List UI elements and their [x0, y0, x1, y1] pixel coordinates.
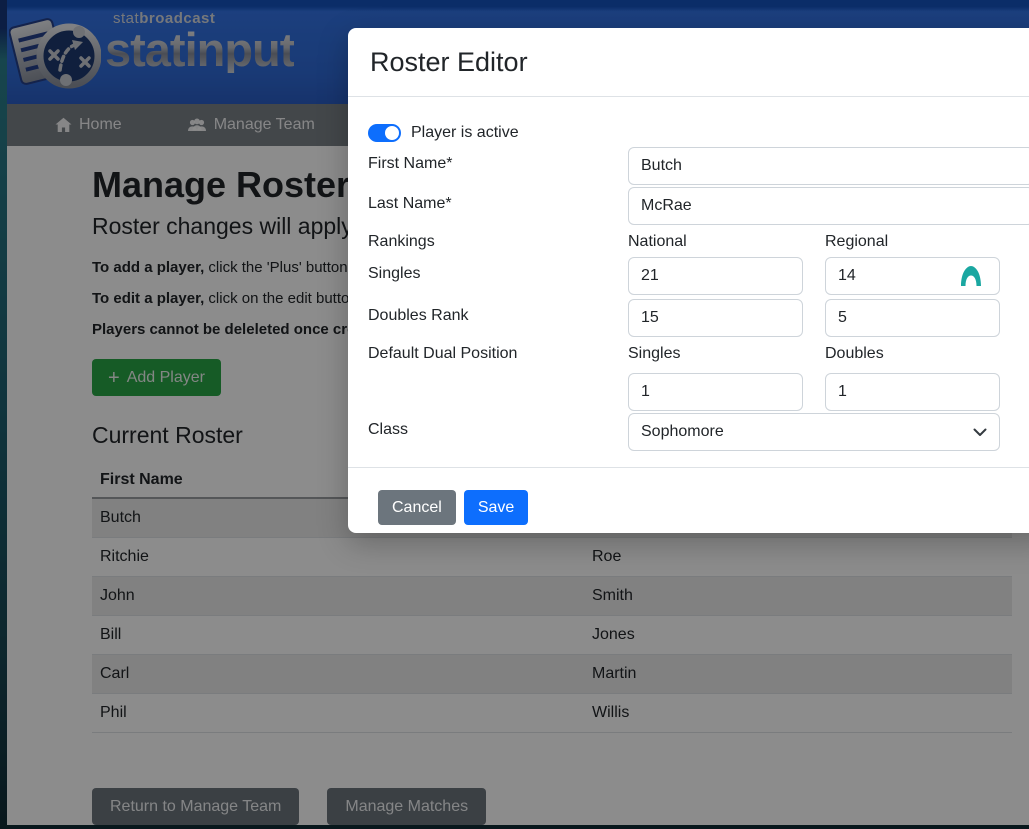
- rankings-label: Rankings: [368, 229, 628, 255]
- last-name-row: Last Name*: [368, 187, 1029, 225]
- national-header: National: [628, 229, 803, 255]
- class-row: Class Sophomore: [368, 413, 1029, 451]
- teal-chevron-up-icon: [958, 264, 984, 288]
- dual-doubles-header: Doubles: [825, 341, 1000, 367]
- singles-label: Singles: [368, 257, 628, 295]
- chevron-down-icon: [973, 428, 987, 437]
- class-select-value: Sophomore: [641, 423, 724, 441]
- dual-position-row: [368, 373, 1029, 411]
- dual-singles-field[interactable]: [628, 373, 803, 411]
- singles-national-field[interactable]: [628, 257, 803, 295]
- dual-doubles-field[interactable]: [825, 373, 1000, 411]
- doubles-rank-label: Doubles Rank: [368, 299, 628, 337]
- active-toggle[interactable]: [368, 124, 401, 142]
- doubles-national-field[interactable]: [628, 299, 803, 337]
- doubles-regional-field[interactable]: [825, 299, 1000, 337]
- first-name-label: First Name*: [368, 147, 628, 185]
- last-name-field[interactable]: [628, 187, 1029, 225]
- first-name-field[interactable]: [628, 147, 1029, 185]
- active-toggle-label: Player is active: [411, 124, 519, 142]
- regional-header: Regional: [825, 229, 1000, 255]
- singles-rank-row: Singles: [368, 257, 1029, 295]
- modal-header: Roster Editor: [348, 28, 1029, 97]
- active-toggle-row: Player is active: [368, 123, 1029, 143]
- dual-singles-header: Singles: [628, 341, 803, 367]
- modal-footer: Cancel Save: [348, 467, 1029, 547]
- class-select[interactable]: Sophomore: [628, 413, 1000, 451]
- first-name-row: First Name*: [368, 147, 1029, 185]
- dual-position-label: Default Dual Position: [368, 341, 628, 367]
- modal-body: Player is active First Name* Last Name* …: [348, 97, 1029, 451]
- class-label: Class: [368, 413, 628, 451]
- doubles-rank-row: Doubles Rank: [368, 299, 1029, 337]
- cancel-button[interactable]: Cancel: [378, 490, 456, 525]
- rankings-header-row: Rankings National Regional: [368, 229, 1029, 255]
- roster-editor-modal: Roster Editor Player is active First Nam…: [348, 28, 1029, 533]
- last-name-label: Last Name*: [368, 187, 628, 225]
- dual-position-header-row: Default Dual Position Singles Doubles: [368, 341, 1029, 367]
- toggle-knob: [385, 126, 399, 140]
- dual-position-spacer: [368, 373, 628, 411]
- modal-title: Roster Editor: [370, 47, 528, 78]
- save-button[interactable]: Save: [464, 490, 528, 525]
